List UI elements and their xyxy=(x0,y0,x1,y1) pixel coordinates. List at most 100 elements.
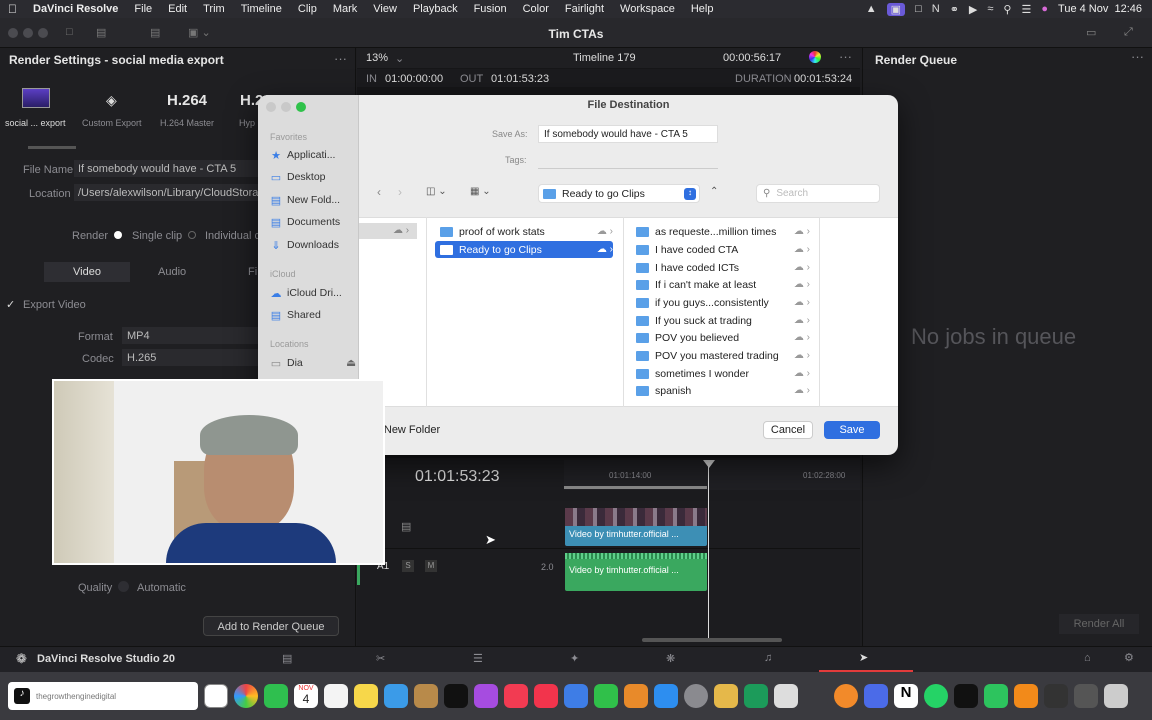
column3-row[interactable]: sometimes I wonder ☁ › xyxy=(636,365,810,382)
tab-video[interactable]: Video xyxy=(44,262,130,282)
downloads-stack-icon[interactable] xyxy=(1074,684,1098,708)
menu-fairlight[interactable]: Fairlight xyxy=(557,3,612,15)
sidebar-item-applications[interactable]: ★ Applicati... xyxy=(270,146,356,164)
column3-row[interactable]: as requeste...million times ☁ › xyxy=(636,223,810,240)
terminal-icon[interactable] xyxy=(954,684,978,708)
audio-clip[interactable]: Video by timhutter.official ... xyxy=(565,553,707,591)
fullscreen-icon[interactable]: ⤢ xyxy=(1124,26,1133,39)
green-app-icon[interactable] xyxy=(744,684,768,708)
cut-page-icon[interactable]: ✂ xyxy=(376,652,385,665)
single-clip-radio[interactable] xyxy=(114,231,122,239)
menu-help[interactable]: Help xyxy=(683,3,722,15)
chrome-icon[interactable] xyxy=(234,684,258,708)
color-page-icon[interactable]: ❋ xyxy=(666,652,675,665)
new-folder-button[interactable]: New Folder xyxy=(380,421,444,439)
facetime-icon[interactable] xyxy=(264,684,288,708)
tiktok-widget[interactable]: ♪ thegrowthenginedigital xyxy=(8,682,198,710)
podcasts-icon[interactable] xyxy=(474,684,498,708)
solo-button[interactable]: S xyxy=(402,560,414,572)
pages-icon[interactable] xyxy=(624,684,648,708)
preset-hyp[interactable]: Hyp xyxy=(239,118,255,128)
zoom-chevron-icon[interactable]: ⌄ xyxy=(395,52,404,65)
video-clip[interactable]: Video by timhutter.official ... xyxy=(565,508,707,546)
tags-input[interactable] xyxy=(538,153,718,169)
system-settings-icon[interactable] xyxy=(684,684,708,708)
sidebar-item-icloud-drive[interactable]: ☁ iCloud Dri... xyxy=(270,284,356,302)
menu-playback[interactable]: Playback xyxy=(405,3,466,15)
location-popup[interactable]: Ready to go Clips ↕ xyxy=(538,184,700,203)
deliver-page-tab[interactable]: ➤ xyxy=(819,647,913,672)
app-a-icon[interactable]: □ xyxy=(915,3,922,15)
media-page-icon[interactable]: ▤ xyxy=(282,652,292,665)
menu-timeline[interactable]: Timeline xyxy=(233,3,290,15)
column3-row[interactable]: spanish ☁ › xyxy=(636,382,810,399)
edit-page-icon[interactable]: ☰ xyxy=(473,652,483,665)
news-icon[interactable] xyxy=(534,684,558,708)
fusion-page-icon[interactable]: ✦ xyxy=(570,652,579,665)
mute-button[interactable]: M xyxy=(425,560,437,572)
notion-dock-icon[interactable]: N xyxy=(894,684,918,708)
menu-color[interactable]: Color xyxy=(515,3,557,15)
preset-h264[interactable]: H.264 Master xyxy=(160,118,214,128)
dialog-min-light[interactable] xyxy=(281,102,291,112)
apple-tv-icon[interactable] xyxy=(444,684,468,708)
codec-select[interactable]: H.265 xyxy=(122,349,262,366)
menu-mark[interactable]: Mark xyxy=(325,3,365,15)
menu-file[interactable]: File xyxy=(126,3,160,15)
queue-more-icon[interactable]: ··· xyxy=(1131,49,1144,64)
forward-chevron-icon[interactable]: › xyxy=(398,185,402,199)
siri-icon[interactable]: ● xyxy=(1041,3,1048,15)
format-select[interactable]: MP4 xyxy=(122,327,262,344)
viewer-more-icon[interactable]: ··· xyxy=(839,49,852,64)
export-video-checkbox[interactable]: ✓ xyxy=(6,298,15,311)
group-view-icon[interactable]: ▦ ⌄ xyxy=(470,186,491,197)
preset-custom[interactable]: Custom Export xyxy=(82,118,142,128)
individual-clips-radio[interactable] xyxy=(188,231,196,239)
window-mode-icon[interactable]: ▭ xyxy=(1086,26,1096,39)
preview-icon[interactable] xyxy=(774,684,798,708)
notes-icon[interactable] xyxy=(354,684,378,708)
dialog-zoom-light[interactable] xyxy=(296,102,306,112)
menubar-clock[interactable]: Tue 4 Nov 12:46 xyxy=(1058,3,1142,15)
vlc-icon[interactable] xyxy=(1014,684,1038,708)
numbers-icon[interactable] xyxy=(594,684,618,708)
trash-icon[interactable] xyxy=(1104,684,1128,708)
playhead-handle[interactable] xyxy=(703,460,715,468)
control-center-icon[interactable]: ☰ xyxy=(1021,3,1031,16)
preset-social[interactable]: social ... export xyxy=(5,118,66,128)
screen-record-icon[interactable]: ▣ xyxy=(886,2,906,16)
expand-chevron-icon[interactable]: ⌃ xyxy=(710,186,718,197)
sidebar-item-new-folder[interactable]: ▤ New Fold... xyxy=(270,191,356,209)
back-chevron-icon[interactable]: ‹ xyxy=(377,185,381,199)
tab-file[interactable]: Fi xyxy=(248,266,257,278)
arc-icon[interactable] xyxy=(864,684,888,708)
utility-icon[interactable] xyxy=(714,684,738,708)
menu-clip[interactable]: Clip xyxy=(290,3,325,15)
color-wheel-icon[interactable] xyxy=(809,51,821,63)
custom-export-icon[interactable]: ◈ xyxy=(106,92,117,109)
menu-fusion[interactable]: Fusion xyxy=(466,3,515,15)
capcut-icon[interactable] xyxy=(984,684,1008,708)
video-track-icon[interactable]: ▤ xyxy=(401,520,411,533)
sidebar-item-documents[interactable]: ▤ Documents xyxy=(270,213,356,231)
column3-row[interactable]: If you suck at trading ☁ › xyxy=(636,312,810,329)
eject-icon[interactable]: ⏏ xyxy=(346,357,356,369)
save-button[interactable]: Save xyxy=(824,421,880,439)
tab-audio[interactable]: Audio xyxy=(158,266,186,278)
whatsapp-icon[interactable] xyxy=(924,684,948,708)
fairlight-page-icon[interactable]: ♫ xyxy=(764,652,772,664)
headphones-icon[interactable]: ⚭ xyxy=(950,3,959,16)
preset-scroll[interactable] xyxy=(28,146,76,149)
column3-row[interactable]: If i can't make at least ☁ › xyxy=(636,276,810,293)
viewer-timecode[interactable]: 00:00:56:17 xyxy=(723,52,781,64)
timeline-name[interactable]: Timeline 179 xyxy=(573,52,636,64)
playhead[interactable] xyxy=(708,460,709,638)
menu-app[interactable]: DaVinci Resolve xyxy=(25,3,126,15)
more-options-icon[interactable]: ··· xyxy=(334,51,347,66)
keynote-icon[interactable] xyxy=(564,684,588,708)
menu-view[interactable]: View xyxy=(365,3,405,15)
column3-row[interactable]: if you guys...consistently ☁ › xyxy=(636,294,810,311)
add-to-render-queue-button[interactable]: Add to Render Queue xyxy=(203,616,339,636)
column-view-icon[interactable]: ◫ ⌄ xyxy=(426,186,447,197)
search-field[interactable]: ⚲ Search xyxy=(756,184,880,203)
